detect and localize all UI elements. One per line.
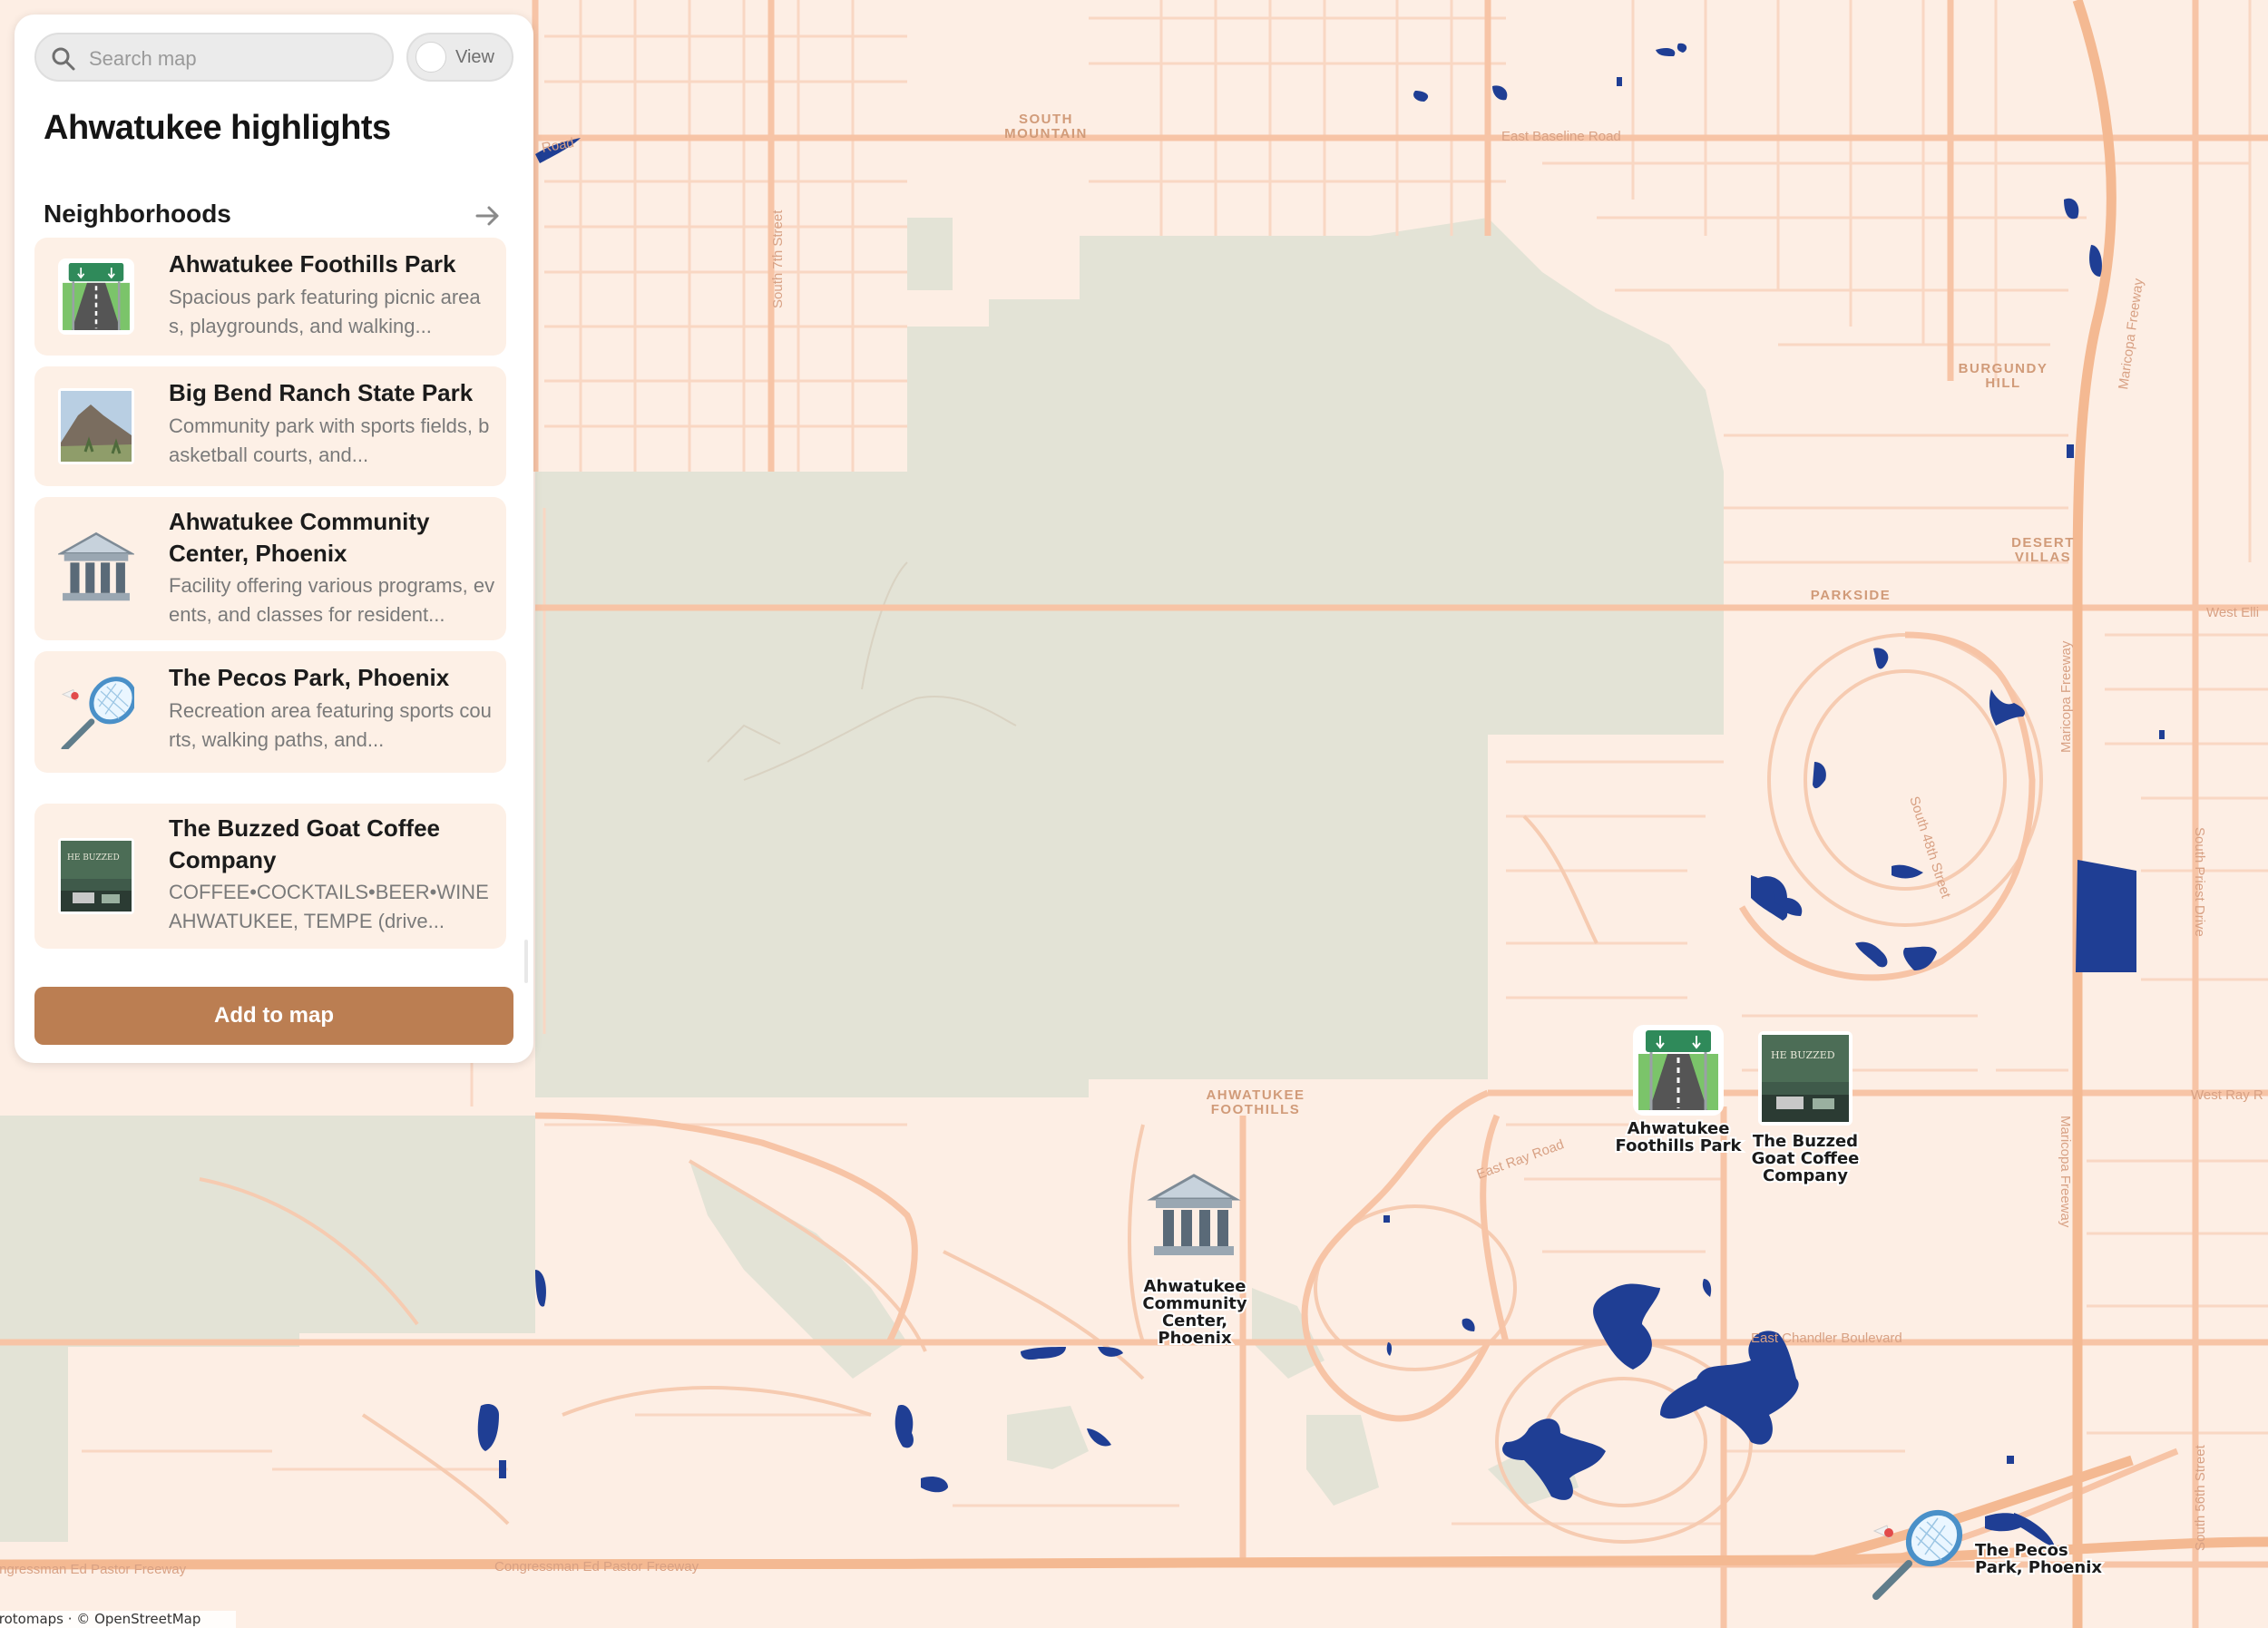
street-label-west-elli: West Elli: [2206, 605, 2259, 620]
toggle-knob[interactable]: [415, 42, 446, 73]
area-label-desert: DESERT: [2011, 535, 2075, 551]
marker-label-goat-line3: Company: [1763, 1166, 1848, 1185]
cafe-photo: HE BUZZED: [58, 838, 134, 914]
highway-sign-road-icon: [58, 258, 134, 335]
highway-sign-road-icon: [1633, 1025, 1724, 1116]
list-scrollbar[interactable]: [524, 940, 528, 983]
place-list[interactable]: Ahwatukee Foothills Park Spacious park f…: [34, 238, 517, 985]
search-bar[interactable]: [34, 33, 394, 82]
highlights-panel: View Ahwatukee highlights Neighborhoods …: [15, 15, 533, 1063]
list-item-big-bend[interactable]: Big Bend Ranch State Park Community park…: [34, 366, 506, 486]
cafe-photo: HE BUZZED: [1758, 1031, 1853, 1126]
svg-text:HE BUZZED: HE BUZZED: [67, 853, 120, 863]
map-attribution[interactable]: Protomaps · © OpenStreetMap: [0, 1611, 236, 1628]
marker-label-center-line1: Ahwatukee: [1144, 1277, 1246, 1296]
list-item-foothills-park[interactable]: Ahwatukee Foothills Park Spacious park f…: [34, 238, 506, 356]
svg-text:HE BUZZED: HE BUZZED: [1771, 1049, 1835, 1061]
view-toggle[interactable]: View: [406, 33, 513, 82]
street-label-56th: South 56th Street: [2193, 1444, 2208, 1551]
marker-label-center-line2: Community: [1142, 1294, 1246, 1313]
marker-label-pecos-line1: The Pecos: [1975, 1541, 2068, 1560]
marker-label-goat-line2: Goat Coffee: [1752, 1149, 1860, 1168]
list-item-title: Ahwatukee Community Center, Phoenix: [169, 508, 430, 567]
list-item-title: Ahwatukee Foothills Park: [169, 250, 456, 278]
list-item-description: Facility offering various programs, even…: [169, 574, 495, 626]
list-item-buzzed-goat[interactable]: HE BUZZED The Buzzed Goat Coffee Company…: [34, 804, 506, 949]
list-item-description: Recreation area featuring sports courts,…: [169, 699, 492, 751]
street-label-7th: South 7th Street: [770, 210, 786, 308]
badminton-racket-icon: [61, 677, 134, 749]
area-label-parkside: PARKSIDE: [1811, 588, 1891, 603]
marker-label-foothills-line2: Foothills Park: [1616, 1136, 1743, 1155]
panel-title: Ahwatukee highlights: [44, 109, 391, 147]
add-to-map-button[interactable]: Add to map: [34, 987, 513, 1045]
area-label-south: SOUTH: [1019, 112, 1073, 127]
list-item-description: Community park with sports fields, baske…: [169, 414, 490, 466]
marker-label-center-line4: Phoenix: [1158, 1329, 1232, 1348]
list-item-title: The Pecos Park, Phoenix: [169, 664, 450, 691]
street-label-priest: South Priest Drive: [2192, 827, 2207, 937]
marker-label-goat-line1: The Buzzed: [1753, 1132, 1858, 1151]
street-label-pastor-west: Congressman Ed Pastor Freeway: [0, 1562, 187, 1577]
list-item-title: The Buzzed Goat Coffee Company: [169, 814, 441, 873]
street-label-maricopa-south: Maricopa Freeway: [2058, 1116, 2073, 1228]
mountain-photo: [58, 388, 134, 464]
marker-buzzed-goat[interactable]: HE BUZZED The Buzzed Goat Coffee Company: [1750, 1031, 1861, 1187]
list-item-pecos-park[interactable]: The Pecos Park, Phoenix Recreation area …: [34, 651, 506, 773]
list-item-title: Big Bend Ranch State Park: [169, 379, 474, 406]
list-item-description: COFFEE•COCKTAILS•BEER•WINE AHWATUKEE, TE…: [169, 881, 489, 932]
street-label-chandler: East Chandler Boulevard: [1751, 1331, 1902, 1346]
list-item-description: Spacious park featuring picnic areas, pl…: [169, 286, 481, 337]
search-input[interactable]: [87, 42, 381, 76]
classical-building-icon: [58, 531, 134, 601]
area-label-burgundy: BURGUNDY: [1959, 361, 2048, 376]
arrow-right-icon[interactable]: [474, 201, 503, 230]
street-label-west-ray: West Ray R: [2191, 1087, 2263, 1103]
marker-label-foothills-line1: Ahwatukee: [1628, 1119, 1730, 1138]
section-header-neighborhoods[interactable]: Neighborhoods: [44, 200, 503, 236]
area-label-hill: HILL: [1985, 375, 2020, 391]
street-label-baseline: East Baseline Road: [1501, 129, 1621, 144]
marker-label-center-line3: Center,: [1162, 1311, 1227, 1331]
area-label-foothills: FOOTHILLS: [1211, 1102, 1301, 1117]
section-title: Neighborhoods: [44, 200, 231, 228]
area-label-ahwatukee: AHWATUKEE: [1206, 1087, 1305, 1103]
street-label-pastor-mid: Congressman Ed Pastor Freeway: [494, 1559, 699, 1574]
view-toggle-label: View: [455, 47, 494, 67]
area-label-villas: VILLAS: [2015, 550, 2071, 565]
marker-label-pecos-line2: Park, Phoenix: [1975, 1558, 2102, 1577]
marker-foothills-park[interactable]: Ahwatukee Foothills Park: [1614, 1025, 1744, 1157]
search-icon: [52, 47, 75, 71]
street-label-maricopa-mid: Maricopa Freeway: [2058, 640, 2074, 753]
area-label-mountain: MOUNTAIN: [1004, 126, 1088, 141]
list-item-community-center[interactable]: Ahwatukee Community Center, Phoenix Faci…: [34, 497, 506, 640]
